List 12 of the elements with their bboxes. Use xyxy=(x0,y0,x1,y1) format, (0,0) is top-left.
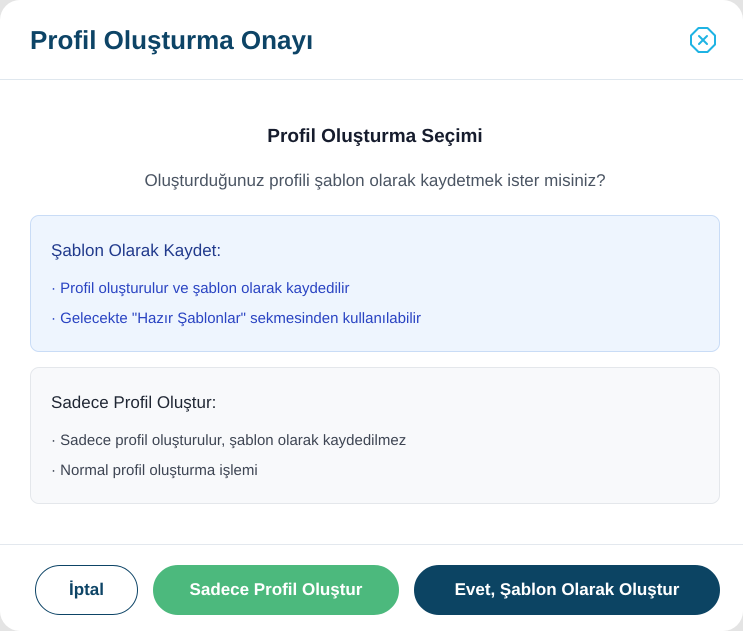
option-point: · Gelecekte "Hazır Şablonlar" sekmesinden kullanılabilir xyxy=(51,309,422,329)
option-title: Şablon Olarak Kaydet: xyxy=(51,240,222,262)
section-heading: Profil Oluşturma Seçimi xyxy=(266,125,484,149)
question-text: Oluşturduğunuz profili şablon olarak kaydetmek ister misiniz? xyxy=(143,170,607,192)
close-icon[interactable] xyxy=(690,26,716,52)
option-title: Sadece Profil Oluştur: xyxy=(51,392,218,414)
cancel-button[interactable]: İptal xyxy=(35,565,138,615)
option-point: · Profil oluşturulur ve şablon olarak kaydedilir xyxy=(51,279,350,299)
dialog-title: Profil Oluşturma Onayı xyxy=(30,24,314,56)
option-point: · Sadece profil oluşturulur, şablon olarak kaydedilmez xyxy=(51,431,408,451)
save-template-button[interactable]: Evet, Şablon Olarak Oluştur xyxy=(414,565,720,615)
option-point: · Normal profil oluşturma işlemi xyxy=(51,461,259,481)
